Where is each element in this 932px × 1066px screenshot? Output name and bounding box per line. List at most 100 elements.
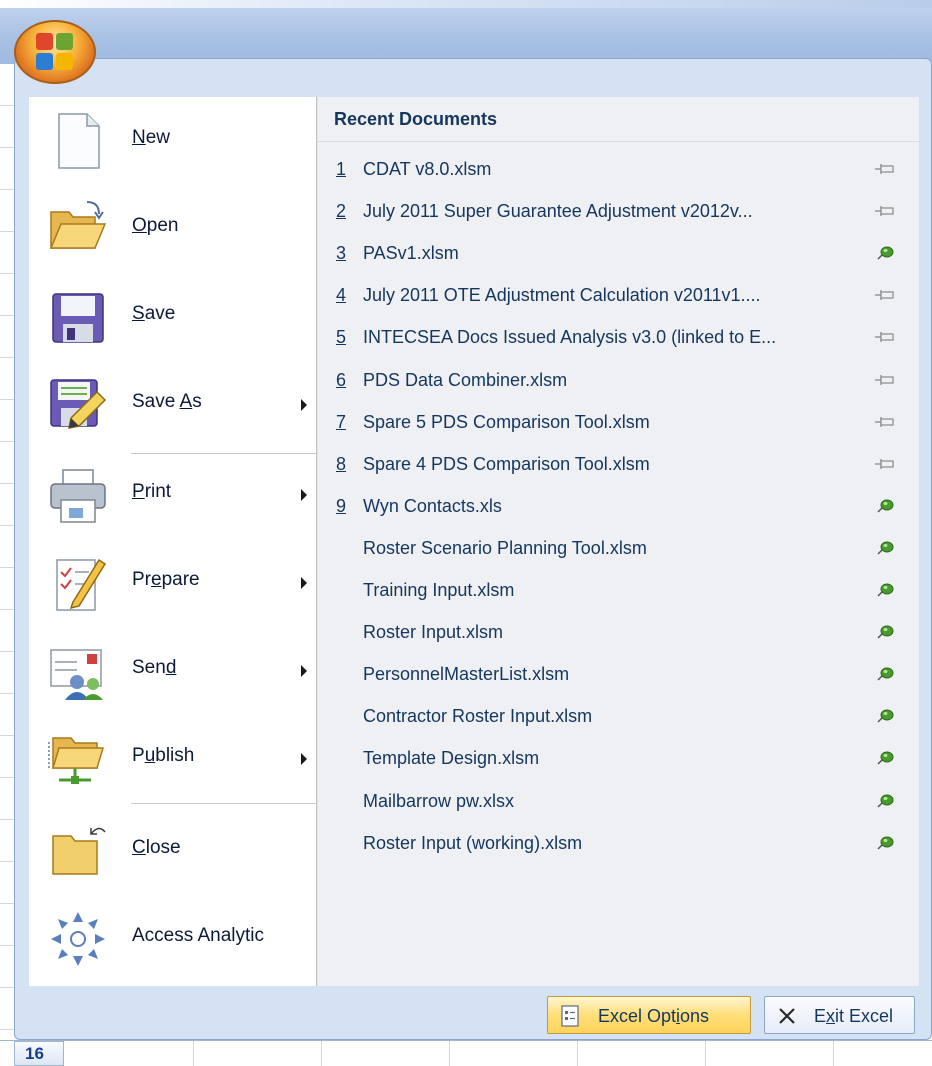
save-as-label: Save As	[132, 391, 202, 412]
document-name: Roster Input.xlsm	[363, 622, 504, 643]
access-analytic-icon	[51, 912, 105, 966]
exit-excel-button[interactable]: Exit Excel	[764, 996, 915, 1034]
document-name: Contractor Roster Input.xlsm	[363, 706, 593, 727]
pinned-icon[interactable]	[874, 540, 896, 556]
recent-document-item[interactable]: Training Input.xlsm	[318, 570, 920, 612]
send-command[interactable]: Send	[29, 629, 317, 713]
column-gridline	[321, 1041, 322, 1066]
document-name: Spare 5 PDS Comparison Tool.xlsm	[363, 411, 650, 432]
recent-document-item[interactable]: 9 Wyn Contacts.xls	[318, 486, 920, 528]
document-name: Mailbarrow pw.xlsx	[363, 790, 515, 811]
recent-document-item[interactable]: 7 Spare 5 PDS Comparison Tool.xlsm	[318, 402, 920, 444]
office-logo-icon	[36, 33, 74, 71]
save-command[interactable]: Save	[29, 275, 317, 359]
new-document-icon	[58, 113, 100, 169]
recent-document-item[interactable]: 5 INTECSEA Docs Issued Analysis v3.0 (lin…	[318, 317, 920, 359]
exit-excel-label: Exit Excel	[814, 1006, 894, 1026]
recent-document-item[interactable]: 2 July 2011 Super Guarantee Adjustment v2…	[318, 191, 920, 233]
row-header[interactable]: 16	[14, 1041, 64, 1066]
prepare-command[interactable]: Prepare	[29, 541, 317, 625]
unpinned-icon[interactable]	[874, 203, 896, 219]
open-command[interactable]: Open	[29, 187, 317, 271]
document-name: Template Design.xlsm	[363, 748, 540, 769]
unpinned-icon[interactable]	[874, 161, 896, 177]
close-command[interactable]: Close	[29, 809, 317, 893]
document-name: July 2011 OTE Adjustment Calculation v20…	[363, 285, 761, 306]
pinned-icon[interactable]	[874, 582, 896, 598]
document-name: Training Input.xlsm	[363, 580, 515, 600]
open-label: Open	[132, 215, 179, 236]
document-name: July 2011 Super Guarantee Adjustment v20…	[363, 201, 753, 222]
recent-document-item[interactable]: 4 July 2011 OTE Adjustment Calculation v2…	[318, 275, 920, 317]
title-bar-highlight	[0, 0, 932, 8]
save-as-icon	[50, 379, 107, 429]
pinned-icon[interactable]	[874, 793, 896, 809]
office-menu: New Open Save Save As Print Prepare Send…	[14, 58, 932, 1040]
publish-icon	[48, 737, 105, 784]
document-name: PersonnelMasterList.xlsm	[363, 664, 570, 685]
recent-document-item[interactable]: Contractor Roster Input.xlsm	[318, 696, 920, 738]
print-command[interactable]: Print	[29, 453, 317, 537]
publish-label: Publish	[132, 745, 195, 766]
column-gridline	[193, 1041, 194, 1066]
pinned-icon[interactable]	[874, 750, 896, 766]
document-number: 4	[336, 285, 347, 306]
save-as-command[interactable]: Save As	[29, 363, 317, 447]
document-number: 7	[336, 411, 347, 432]
recent-document-item[interactable]: Mailbarrow pw.xlsx	[318, 781, 920, 823]
sheet-grid-row[interactable]	[0, 1040, 932, 1066]
recent-document-item[interactable]: Roster Input (working).xlsm	[318, 823, 920, 865]
unpinned-icon[interactable]	[874, 329, 896, 345]
recent-document-item[interactable]: 1 CDAT v8.0.xlsm	[318, 149, 920, 191]
access-analytic-command[interactable]: Access Analytic	[29, 897, 317, 981]
document-name: PDS Data Combiner.xlsm	[363, 369, 568, 390]
document-name: Roster Scenario Planning Tool.xlsm	[363, 537, 647, 558]
document-name: Roster Input (working).xlsm	[363, 832, 583, 853]
save-disk-icon	[52, 293, 104, 343]
menu-footer: Excel Options Exit Excel	[29, 986, 919, 1038]
new-label: New	[132, 127, 171, 148]
pinned-icon[interactable]	[874, 498, 896, 514]
publish-command[interactable]: Publish	[29, 717, 317, 801]
pinned-icon[interactable]	[874, 245, 896, 261]
unpinned-icon[interactable]	[874, 287, 896, 303]
prepare-icon	[56, 558, 107, 611]
document-name: Wyn Contacts.xls	[363, 495, 502, 516]
document-number: 6	[336, 369, 347, 390]
new-command[interactable]: New	[29, 99, 317, 183]
submenu-arrow-icon	[301, 577, 307, 589]
recent-document-item[interactable]: Roster Input.xlsm	[318, 612, 920, 654]
access-analytic-label: Access Analytic	[132, 925, 264, 946]
open-folder-icon	[49, 201, 107, 249]
document-number: 8	[336, 453, 347, 474]
send-icon	[50, 649, 103, 700]
prepare-label: Prepare	[132, 569, 200, 590]
recent-document-item[interactable]: Template Design.xlsm	[318, 738, 920, 780]
document-name: CDAT v8.0.xlsm	[363, 159, 492, 179]
close-x-icon	[779, 1008, 795, 1024]
document-number: 2	[336, 201, 347, 222]
close-folder-icon	[52, 827, 106, 875]
pinned-icon[interactable]	[874, 624, 896, 640]
column-gridline	[577, 1041, 578, 1066]
recent-document-item[interactable]: 6 PDS Data Combiner.xlsm	[318, 360, 920, 402]
unpinned-icon[interactable]	[874, 456, 896, 472]
recent-document-item[interactable]: 3 PASv1.xlsm	[318, 233, 920, 275]
save-label: Save	[132, 303, 176, 324]
send-label: Send	[132, 657, 177, 678]
close-label: Close	[132, 837, 181, 858]
pinned-icon[interactable]	[874, 708, 896, 724]
unpinned-icon[interactable]	[874, 414, 896, 430]
title-bar	[0, 0, 932, 64]
column-gridline	[705, 1041, 706, 1066]
recent-document-item[interactable]: 8 Spare 4 PDS Comparison Tool.xlsm	[318, 444, 920, 486]
pinned-icon[interactable]	[874, 666, 896, 682]
office-button[interactable]	[14, 20, 96, 84]
excel-options-button[interactable]: Excel Options	[547, 996, 751, 1034]
column-gridline	[833, 1041, 834, 1066]
unpinned-icon[interactable]	[874, 372, 896, 388]
recent-document-item[interactable]: Roster Scenario Planning Tool.xlsm	[318, 528, 920, 570]
submenu-arrow-icon	[301, 489, 307, 501]
recent-document-item[interactable]: PersonnelMasterList.xlsm	[318, 654, 920, 696]
pinned-icon[interactable]	[874, 835, 896, 851]
